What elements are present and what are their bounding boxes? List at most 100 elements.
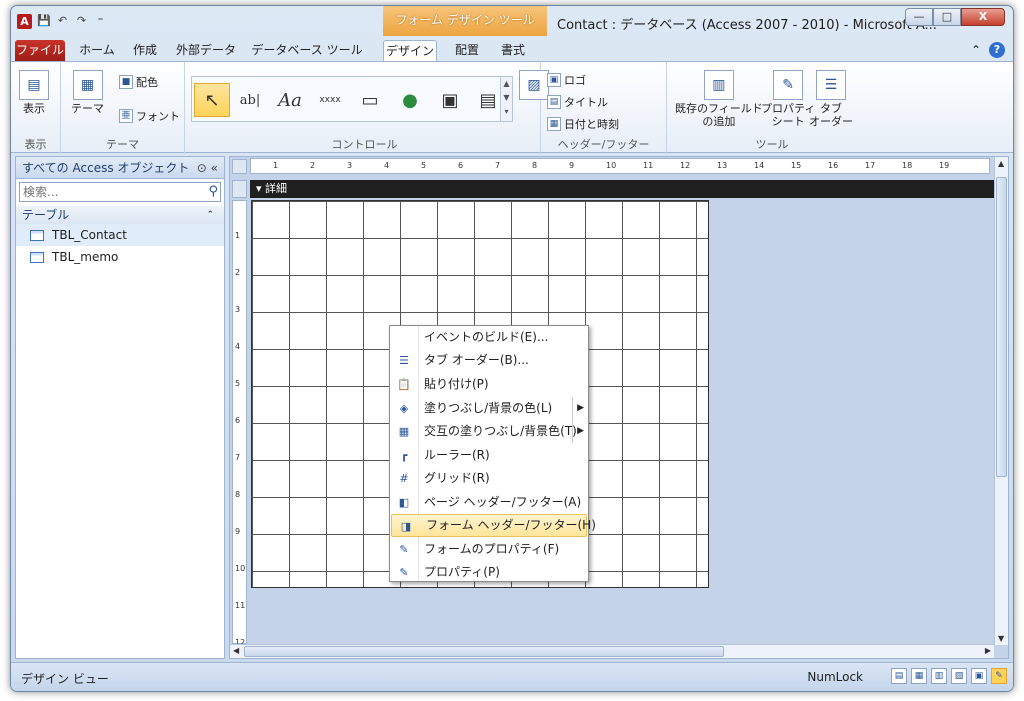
close-button[interactable]: X (961, 8, 1005, 26)
maximize-button[interactable]: □ (933, 8, 961, 26)
context-menu-item[interactable]: ▦ 交互の塗りつぶし/背景色(T) ▶ (390, 420, 588, 443)
view-button[interactable]: ▤ 表示 (19, 70, 49, 115)
ruler-tick-label: 6 (458, 161, 464, 170)
ruler-tick-label: 5 (421, 161, 427, 170)
context-menu-item[interactable]: イベントのビルド(E)... (390, 326, 588, 349)
ruler-tick-label: 14 (754, 161, 765, 170)
group-label-view: 表示 (24, 138, 47, 151)
pivot-table-view-button[interactable]: ▥ (931, 668, 947, 684)
horizontal-scroll-thumb[interactable] (244, 646, 724, 657)
scroll-left-icon[interactable]: ◀ (233, 646, 239, 655)
menu-item-label: タブ オーダー(B)... (424, 353, 529, 367)
pivot-chart-view-button[interactable]: ▧ (951, 668, 967, 684)
status-bar: デザイン ビュー NumLock ▤ ▦ ▥ ▧ ▣ ✎ (11, 662, 1013, 691)
nav-item-tbl-memo[interactable]: TBL_memo (16, 246, 224, 268)
property-sheet-icon: ✎ (773, 70, 804, 100)
undo-icon[interactable]: ↶ (56, 14, 69, 27)
help-icon[interactable]: ? (989, 42, 1005, 58)
redo-icon[interactable]: ↷ (75, 14, 88, 27)
menu-item-icon: ☰ (399, 354, 409, 367)
button-control-icon[interactable]: xxxx (312, 83, 348, 117)
title-button[interactable]: ▤ タイトル (547, 94, 608, 110)
nav-collapse-icon[interactable]: ⊙ « (197, 157, 218, 179)
theme-button[interactable]: ▦ テーマ (71, 70, 104, 115)
group-header-footer: ▣ ロゴ ▤ タイトル ▦ 日付と時刻 ヘッダー/フッター (541, 62, 667, 154)
minimize-button[interactable]: — (905, 8, 933, 26)
tab-arrange[interactable]: 配置 (447, 40, 487, 61)
nav-item-tbl-contact[interactable]: TBL_Contact (16, 224, 224, 246)
logo-button[interactable]: ▣ ロゴ (547, 72, 586, 88)
ruler-tick-label: 1 (273, 161, 279, 170)
detail-section-bar[interactable]: ▾ 詳細 (250, 180, 1008, 198)
section-selector[interactable] (232, 180, 247, 198)
web-browser-control-icon[interactable]: ▣ (432, 83, 468, 117)
form-selector[interactable] (232, 159, 247, 174)
context-menu-item[interactable]: 📋 貼り付け(P) (390, 373, 588, 396)
tab-order-icon: ☰ (816, 70, 846, 100)
context-menu-item[interactable]: ◈ 塗りつぶし/背景の色(L) ▶ (390, 397, 588, 420)
nav-group-tables[interactable]: テーブル ⌃ (16, 206, 224, 224)
table-icon (30, 229, 44, 241)
context-menu-item[interactable]: ◧ ページ ヘッダー/フッター(A) (390, 491, 588, 514)
ribbon-collapse-icon[interactable]: ⌃ (971, 43, 981, 57)
horizontal-scrollbar[interactable]: ◀ ▶ (230, 644, 994, 658)
vertical-scroll-thumb[interactable] (996, 177, 1007, 477)
tab-database-tools[interactable]: データベース ツール (247, 40, 367, 61)
ruler-tick-label: 13 (717, 161, 728, 170)
chevron-up-icon[interactable]: ⌃ (206, 206, 214, 224)
label-control-icon[interactable]: Aa (272, 83, 308, 117)
tab-format[interactable]: 書式 (493, 40, 533, 61)
select-pointer-icon[interactable]: ↖ (194, 83, 230, 117)
context-menu-item[interactable]: ✎ プロパティ(P) (390, 561, 588, 584)
datasheet-view-button[interactable]: ▦ (911, 668, 927, 684)
scroll-right-icon[interactable]: ▶ (985, 646, 991, 655)
property-sheet-button[interactable]: ✎ プロパティ シート (761, 70, 815, 128)
nav-pane-header[interactable]: すべての Access オブジェクト ⊙ « (16, 157, 224, 179)
scroll-down-icon[interactable]: ▼ (998, 634, 1004, 643)
context-menu-item[interactable]: ☰ タブ オーダー(B)... (390, 349, 588, 372)
menu-item-label: ページ ヘッダー/フッター(A) (424, 495, 582, 509)
layout-view-button[interactable]: ▣ (971, 668, 987, 684)
group-controls: ↖ ab| Aa xxxx ▭ ● ▣ ▤ ▲ ▼ ▾ ▨ コントロール (189, 62, 549, 154)
submenu-arrow-icon[interactable]: ▶ (572, 420, 584, 443)
context-menu-item[interactable]: # グリッド(R) (390, 467, 588, 490)
ruler-tick-label: 10 (606, 161, 617, 170)
nav-search-input[interactable] (20, 183, 190, 201)
menu-item-icon: ✎ (399, 543, 409, 556)
tab-external-data[interactable]: 外部データ (171, 40, 241, 61)
color-button[interactable]: ■ 配色 (119, 74, 158, 90)
tab-create[interactable]: 作成 (125, 40, 165, 61)
vertical-scrollbar[interactable]: ▲ ▼ (994, 157, 1008, 645)
textbox-control-icon[interactable]: ab| (232, 83, 268, 117)
hyperlink-control-icon[interactable]: ● (392, 83, 428, 117)
window-controls: — □ X (905, 8, 1005, 26)
context-menu-item[interactable]: ┏ ルーラー(R) (390, 444, 588, 467)
tab-file[interactable]: ファイル (15, 40, 65, 61)
customize-qat-icon[interactable]: ⁼ (94, 14, 107, 27)
menu-item-label: イベントのビルド(E)... (424, 330, 549, 344)
gallery-scroll-icon[interactable]: ▲ ▼ ▾ (500, 77, 512, 121)
context-menu-item[interactable]: ✎ フォームのプロパティ(F) (390, 538, 588, 561)
datetime-button[interactable]: ▦ 日付と時刻 (547, 116, 619, 132)
group-view: ▤ 表示 表示 (11, 62, 61, 154)
context-menu-item[interactable]: ◨ フォーム ヘッダー/フッター(H) (391, 514, 596, 537)
tab-design[interactable]: デザイン (383, 40, 437, 61)
submenu-arrow-icon[interactable]: ▶ (572, 397, 584, 420)
search-icon[interactable]: ⚲ (208, 184, 218, 199)
ruler-tick-label: 9 (235, 527, 241, 536)
save-icon[interactable]: 💾 (37, 14, 51, 27)
tab-control-icon[interactable]: ▭ (352, 83, 388, 117)
form-view-button[interactable]: ▤ (891, 668, 907, 684)
access-app-icon[interactable]: A (17, 14, 32, 29)
tab-home[interactable]: ホーム (75, 40, 119, 61)
ruler-tick-label: 16 (828, 161, 839, 170)
group-label-header-footer: ヘッダー/フッター (557, 138, 650, 151)
add-existing-fields-button[interactable]: ▥ 既存のフィールド の追加 (675, 70, 763, 128)
tab-order-button[interactable]: ☰ タブ オーダー (809, 70, 853, 128)
design-view-button[interactable]: ✎ (991, 668, 1007, 684)
ruler-tick-label: 7 (495, 161, 501, 170)
scroll-up-icon[interactable]: ▲ (998, 159, 1004, 168)
font-button[interactable]: 亜 フォント (119, 108, 180, 124)
title-bar: A 💾 ↶ ↷ ⁼ フォーム デザイン ツール Contact : データベース… (11, 6, 1013, 36)
ribbon: ▤ 表示 表示 ▦ テーマ ■ 配色 亜 フォント テーマ ↖ ab| Aa x… (11, 61, 1013, 154)
